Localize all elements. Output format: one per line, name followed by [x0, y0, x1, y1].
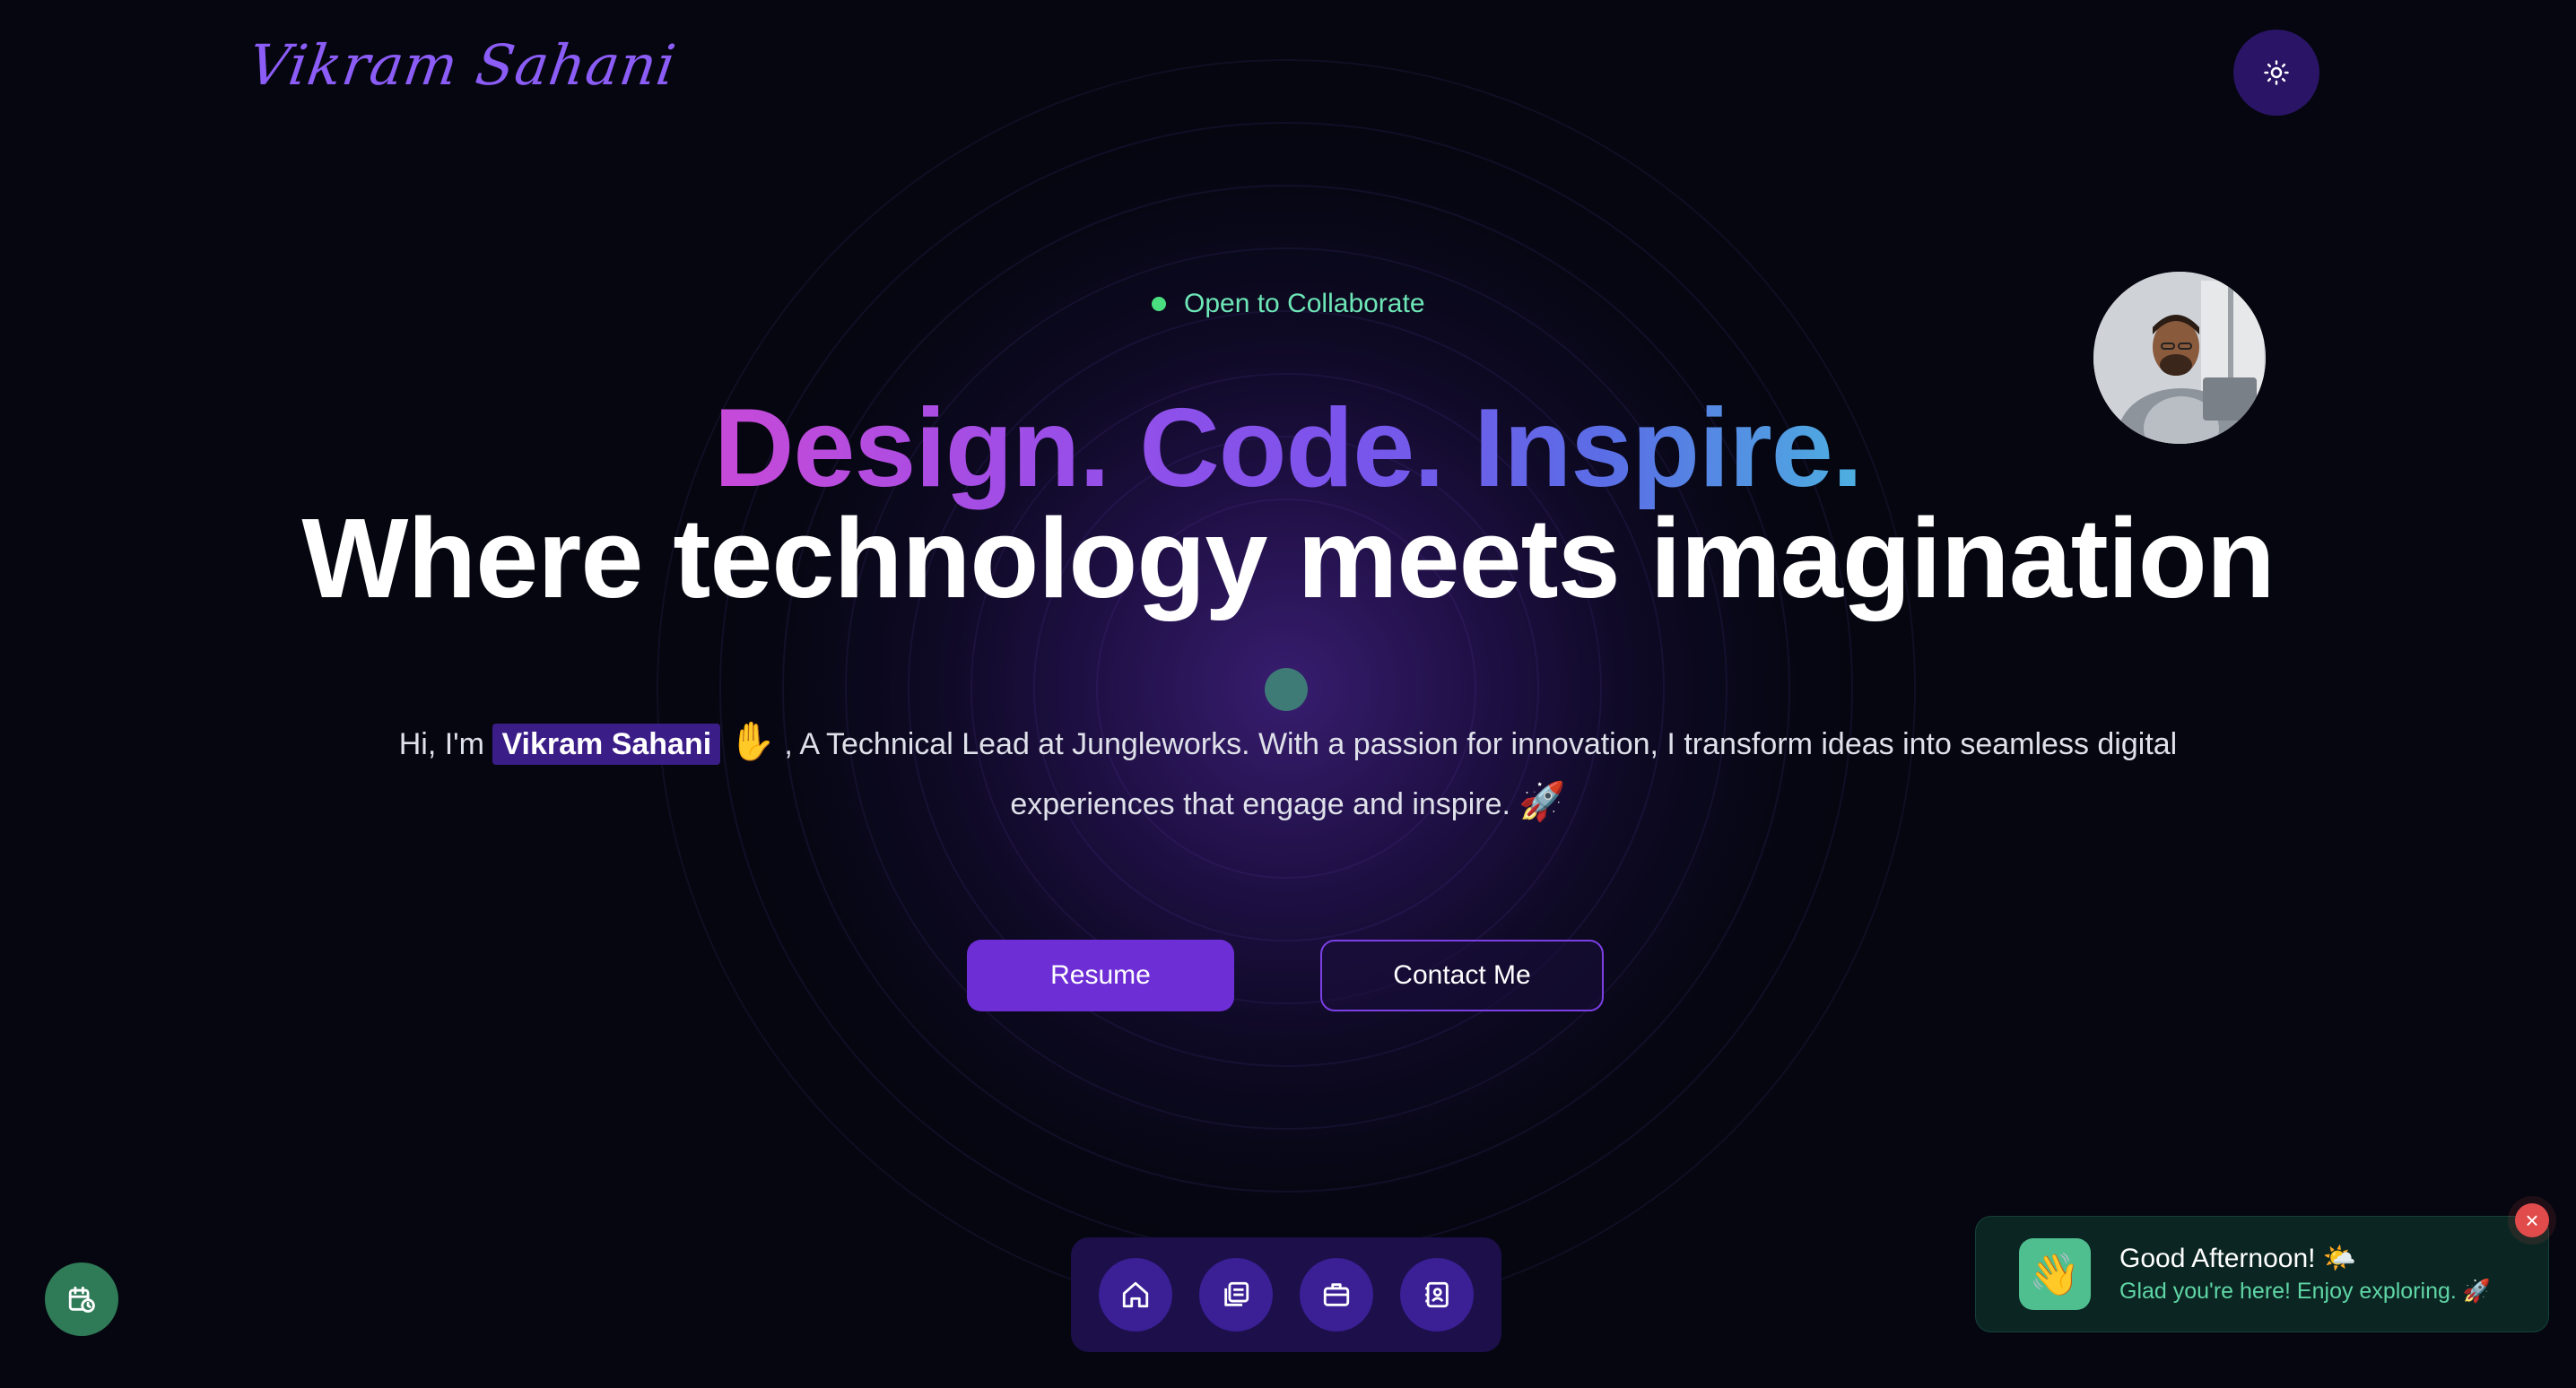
bottom-dock	[1071, 1237, 1501, 1352]
center-dot	[1265, 668, 1308, 711]
calendar-clock-icon	[68, 1286, 95, 1313]
resume-button[interactable]: Resume	[967, 940, 1234, 1011]
toast-content: Good Afternoon! 🌤️ Glad you're here! Enj…	[2119, 1242, 2491, 1306]
theme-toggle-button[interactable]	[2233, 30, 2319, 116]
contact-card-icon	[1425, 1281, 1449, 1308]
projects-icon	[1224, 1281, 1249, 1306]
status-dot	[1152, 297, 1166, 311]
intro-body: , A Technical Lead at Jungleworks. With …	[784, 727, 2178, 821]
intro-prefix: Hi, I'm	[398, 727, 484, 761]
dock-contact-button[interactable]	[1400, 1258, 1474, 1332]
page: Vikram Sahani Open to Collaborate Design…	[0, 0, 2576, 1388]
logo[interactable]: Vikram Sahani	[245, 32, 681, 98]
toast-close-button[interactable]: ×	[2515, 1203, 2549, 1237]
briefcase-icon	[1323, 1283, 1350, 1306]
schedule-meeting-button[interactable]	[45, 1262, 118, 1336]
toast-subtitle: Glad you're here! Enjoy exploring. 🚀	[2119, 1279, 2491, 1304]
rocket-emoji: 🚀	[1519, 780, 1566, 822]
wave-hand-emoji: ✋	[728, 720, 776, 762]
hero-headline: Where technology meets imagination	[301, 495, 2275, 621]
status-badge: Open to Collaborate	[1152, 289, 1425, 319]
contact-me-button[interactable]: Contact Me	[1320, 940, 1604, 1011]
greeting-toast: 👋 Good Afternoon! 🌤️ Glad you're here! E…	[1975, 1216, 2549, 1332]
status-text: Open to Collaborate	[1184, 289, 1425, 318]
sun-icon	[2264, 60, 2289, 85]
home-icon	[1122, 1281, 1149, 1308]
toast-title: Good Afternoon! 🌤️	[2119, 1244, 2357, 1273]
dock-projects-button[interactable]	[1199, 1258, 1273, 1332]
intro-paragraph: Hi, I'm Vikram Sahani ✋ , A Technical Le…	[386, 713, 2190, 833]
dock-home-button[interactable]	[1099, 1258, 1172, 1332]
waving-hand-icon: 👋	[2019, 1238, 2091, 1310]
intro-name-highlight: Vikram Sahani	[492, 724, 721, 765]
dock-experience-button[interactable]	[1300, 1258, 1373, 1332]
